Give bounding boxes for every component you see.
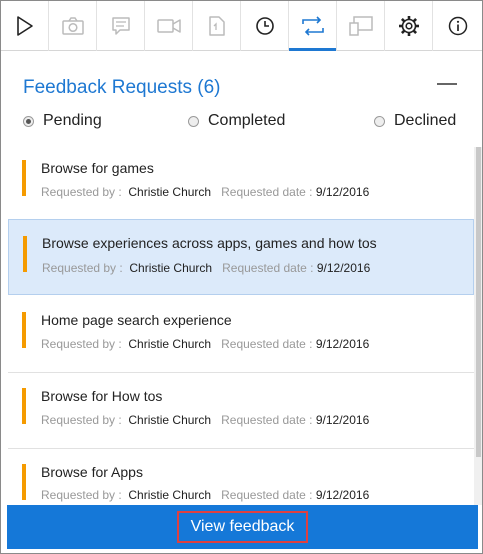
attach-file-button[interactable] [193,1,241,51]
toolbar [1,1,482,51]
filter-label: Declined [394,112,457,129]
info-button[interactable] [433,1,482,51]
radio-button[interactable] [188,115,199,127]
gear-icon [398,16,419,36]
requested-date-label: Requested date : [221,488,313,502]
item-title: Browse for Apps [41,464,143,480]
feedback-requests-button[interactable] [289,1,337,51]
panel-title: Feedback Requests (6) [23,77,221,98]
priority-bar [23,236,27,272]
requested-date: 9/12/2016 [315,488,370,502]
cast-icon [348,16,373,36]
feedback-request-list: Browse for games Requested by : Christie… [8,147,474,505]
requested-by-label: Requested by : [42,261,123,275]
collapse-icon[interactable] [437,83,457,85]
item-title: Browse for How tos [41,388,163,404]
requested-date: 9/12/2016 [316,261,371,275]
list-item[interactable]: Browse for Apps Requested by : Christie … [8,451,474,505]
requested-by-label: Requested by : [41,413,122,427]
item-meta: Requested by : Christie Church Requested… [42,261,370,275]
item-meta: Requested by : Christie Church Requested… [41,488,369,502]
filter-declined[interactable]: Declined [374,111,456,131]
requested-date: 9/12/2016 [315,337,370,351]
clock-icon [255,17,274,35]
play-button[interactable] [1,1,49,51]
scrollbar-thumb[interactable] [476,147,481,457]
feedback-window: Feedback Requests (6) Pending Completed … [0,0,483,554]
requested-date-label: Requested date : [221,185,313,199]
video-icon [156,19,181,33]
play-icon [16,16,33,36]
feedback-request-icon [301,16,324,36]
action-bar: View feedback [7,505,478,549]
requested-by-label: Requested by : [41,185,122,199]
priority-bar [22,312,26,348]
requested-date: 9/12/2016 [315,413,370,427]
info-icon [448,16,467,36]
record-video-button[interactable] [145,1,193,51]
list-item[interactable]: Browse experiences across apps, games an… [8,219,474,295]
filter-label: Pending [43,112,102,129]
requested-by-label: Requested by : [41,488,122,502]
list-item[interactable]: Browse for games Requested by : Christie… [8,147,474,221]
requester-name: Christie Church [128,413,212,427]
note-icon [111,17,130,35]
document-icon [208,16,225,36]
item-title: Browse experiences across apps, games an… [42,235,377,251]
item-meta: Requested by : Christie Church Requested… [41,413,369,427]
requester-name: Christie Church [128,185,212,199]
connect-device-button[interactable] [337,1,385,51]
radio-button[interactable] [374,115,385,127]
radio-button[interactable] [23,115,34,127]
requester-name: Christie Church [129,261,213,275]
view-feedback-button[interactable]: View feedback [176,511,309,543]
item-title: Browse for games [41,160,154,176]
filter-completed[interactable]: Completed [188,111,285,131]
filter-label: Completed [208,112,286,129]
requested-date-label: Requested date : [221,413,313,427]
requested-date-label: Requested date : [221,337,313,351]
capture-screenshot-button[interactable] [49,1,97,51]
requested-date: 9/12/2016 [315,185,370,199]
priority-bar [22,388,26,424]
requester-name: Christie Church [128,488,212,502]
item-title: Home page search experience [41,312,232,328]
list-item[interactable]: Home page search experience Requested by… [8,299,474,373]
item-meta: Requested by : Christie Church Requested… [41,185,369,199]
requested-by-label: Requested by : [41,337,122,351]
priority-bar [22,160,26,196]
filter-pending[interactable]: Pending [23,111,102,131]
settings-button[interactable] [385,1,433,51]
requested-date-label: Requested date : [222,261,314,275]
timeline-button[interactable] [241,1,289,51]
priority-bar [22,464,26,500]
capture-note-button[interactable] [97,1,145,51]
list-item[interactable]: Browse for How tos Requested by : Christ… [8,375,474,449]
item-meta: Requested by : Christie Church Requested… [41,337,369,351]
camera-icon [61,17,84,35]
requester-name: Christie Church [128,337,212,351]
